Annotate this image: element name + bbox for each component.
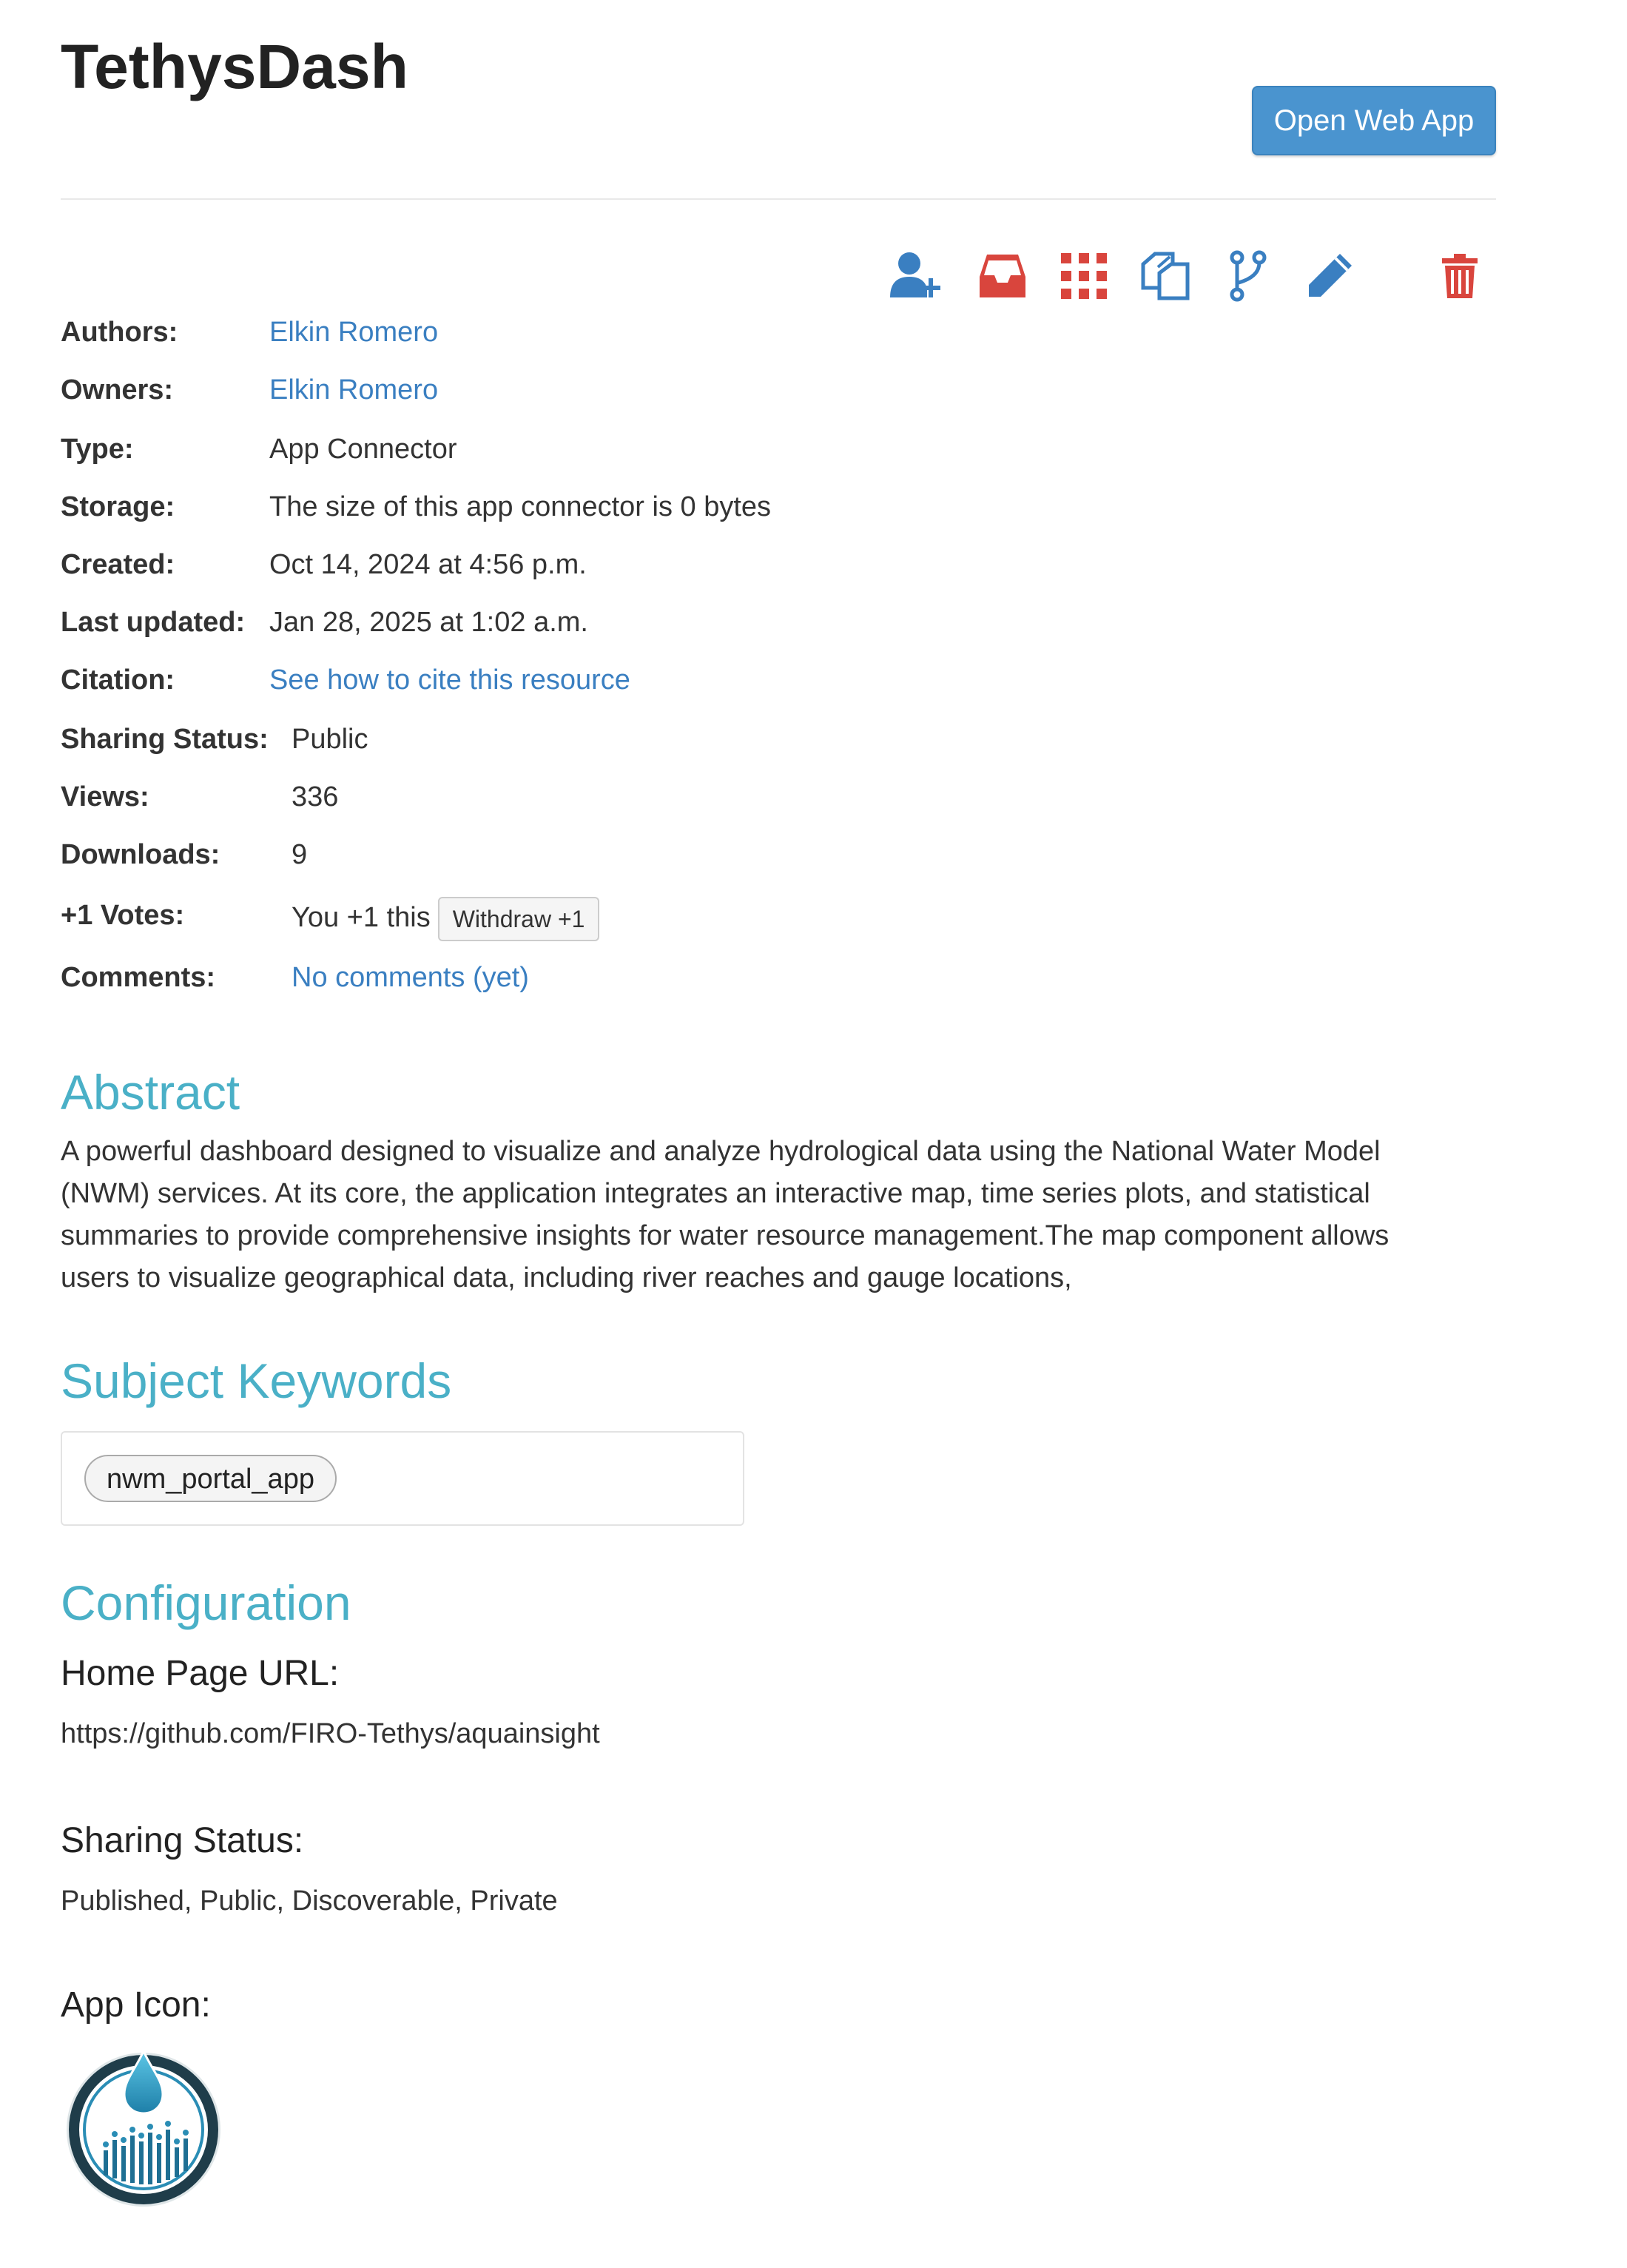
last-updated-label: Last updated: [61,607,246,638]
trash-icon[interactable] [1429,246,1490,306]
resource-page: TethysDash Open Web App Authors: Elkin R… [0,0,1627,2268]
add-user-icon[interactable] [886,246,947,306]
last-updated-value: Jan 28, 2025 at 1:02 a.m. [269,607,588,638]
fork-icon[interactable] [1218,246,1279,306]
citation-label: Citation: [61,664,175,696]
storage-label: Storage: [61,491,175,522]
config-sharing-status-label: Sharing Status: [61,1821,304,1860]
votes-value: You +1 this [292,902,431,934]
downloads-label: Downloads: [61,839,220,870]
type-label: Type: [61,434,134,465]
comments-label: Comments: [61,962,216,993]
created-value: Oct 14, 2024 at 4:56 p.m. [269,549,587,580]
owners-label: Owners: [61,374,174,406]
app-icon-label: App Icon: [61,1985,211,2025]
home-page-url-link[interactable]: https://github.com/FIRO-Tethys/aquainsig… [61,1715,600,1752]
header-divider [61,198,1496,200]
authors-label: Authors: [61,317,178,348]
keyword-tag[interactable]: nwm_portal_app [84,1455,337,1502]
edit-icon[interactable] [1299,246,1360,306]
votes-label: +1 Votes: [61,900,185,931]
views-value: 336 [292,781,339,812]
type-value: App Connector [269,434,457,465]
config-sharing-status-value: Published, Public, Discoverable, Private [61,1885,558,1917]
home-page-url-label: Home Page URL: [61,1654,340,1693]
downloads-value: 9 [292,839,308,870]
configuration-heading: Configuration [61,1575,351,1630]
app-icon [67,2048,220,2207]
author-link[interactable]: Elkin Romero [269,314,438,351]
abstract-text: A powerful dashboard designed to visuali… [61,1136,1389,1293]
open-web-app-button[interactable]: Open Web App [1252,86,1496,155]
views-label: Views: [61,781,149,812]
storage-value: The size of this app connector is 0 byte… [269,491,772,522]
citation-link[interactable]: See how to cite this resource [269,662,630,699]
owner-link[interactable]: Elkin Romero [269,371,438,408]
keywords-box: nwm_portal_app [61,1431,744,1526]
inbox-icon[interactable] [972,246,1033,306]
copy-icon[interactable] [1135,246,1196,306]
comments-link[interactable]: No comments (yet) [292,959,529,996]
page-title: TethysDash [61,32,408,101]
votes-row: You +1 this Withdraw +1 [292,897,600,941]
created-label: Created: [61,549,175,580]
sharing-status-label: Sharing Status: [61,724,269,755]
keywords-heading: Subject Keywords [61,1353,452,1408]
sharing-status-value: Public [292,724,368,755]
withdraw-vote-button[interactable]: Withdraw +1 [437,897,600,941]
apps-grid-icon[interactable] [1054,246,1114,306]
abstract-heading: Abstract [61,1065,240,1120]
